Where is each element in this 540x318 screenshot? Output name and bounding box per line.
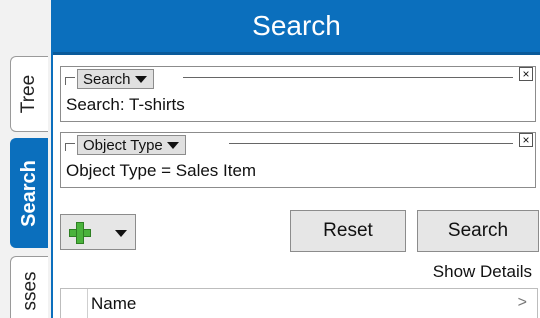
criterion-bracket <box>65 77 66 85</box>
search-criterion-keyword: Search × Search: T-shirts <box>60 66 536 122</box>
criterion-field-label: Object Type <box>83 136 163 154</box>
criterion-field-dropdown[interactable]: Object Type <box>77 135 186 155</box>
caret-down-icon <box>166 142 179 149</box>
close-icon[interactable]: × <box>519 133 533 147</box>
caret-down-icon <box>115 230 127 237</box>
search-panel-header: Search <box>53 0 540 55</box>
search-criterion-object-type: Object Type × Object Type = Sales Item <box>60 132 536 188</box>
reset-button[interactable]: Reset <box>290 210 406 252</box>
show-details-link[interactable]: Show Details <box>433 262 532 282</box>
criterion-bracket-top <box>65 143 75 144</box>
column-separator <box>87 289 88 318</box>
tab-search-label: Search <box>18 159 40 227</box>
criterion-bracket-top <box>65 77 75 78</box>
caret-down-icon <box>134 76 147 83</box>
chevron-right-icon[interactable]: > <box>518 294 527 312</box>
criterion-field-dropdown[interactable]: Search <box>77 69 154 89</box>
tab-search[interactable]: Search <box>10 138 48 248</box>
page-title: Search <box>252 10 341 41</box>
tab-classes-label: sses <box>19 271 41 311</box>
criterion-divider-line <box>229 143 513 144</box>
plus-icon <box>69 222 91 244</box>
criterion-bracket <box>65 143 66 151</box>
search-button[interactable]: Search <box>417 210 539 252</box>
close-icon[interactable]: × <box>519 67 533 81</box>
results-table-header: Name > <box>60 288 538 318</box>
tab-tree-label: Tree <box>18 74 40 114</box>
criterion-divider-line <box>183 77 513 78</box>
column-header-name[interactable]: Name <box>91 294 136 314</box>
criterion-field-label: Search <box>83 70 131 88</box>
tab-tree[interactable]: Tree <box>10 56 48 132</box>
criterion-value-text[interactable]: Object Type = Sales Item <box>66 161 256 181</box>
side-tab-strip: Tree Search sses <box>0 0 52 318</box>
tab-classes[interactable]: sses <box>10 256 48 318</box>
criterion-value-text[interactable]: Search: T-shirts <box>66 95 185 115</box>
add-criterion-button[interactable] <box>60 214 136 250</box>
